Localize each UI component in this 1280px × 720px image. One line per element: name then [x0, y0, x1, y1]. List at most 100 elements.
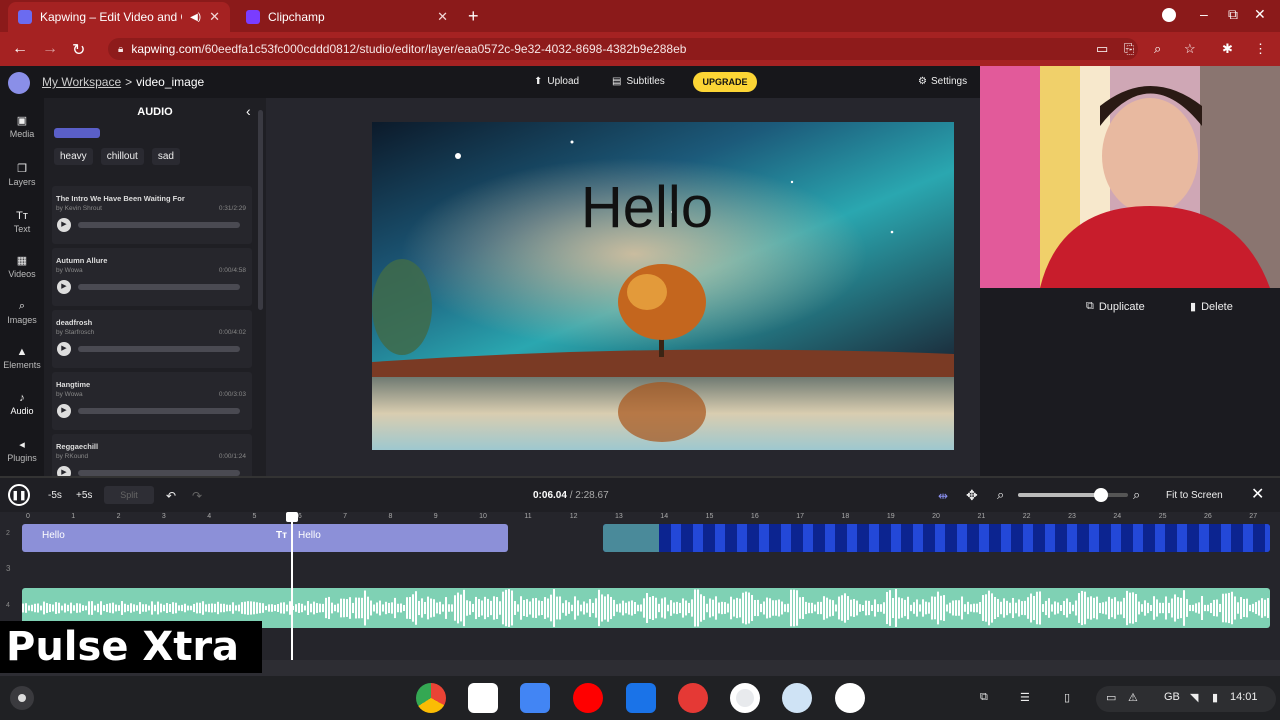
new-tab-icon[interactable]: + [468, 6, 479, 27]
canvas-text-layer[interactable]: Hello [372, 174, 922, 241]
zoom-icon[interactable]: ⌕ [1154, 41, 1161, 57]
phone-hub-icon[interactable]: ▯ [1064, 691, 1070, 704]
play-icon[interactable]: ▶ [57, 466, 71, 476]
audio-track-item[interactable]: Reggaechill by RKound 0:00/1:24 ▶ [52, 434, 252, 476]
play-icon[interactable]: ▶ [57, 280, 71, 294]
tag-chillout[interactable]: chillout [100, 148, 144, 165]
screen-recorder-icon[interactable] [678, 683, 708, 713]
play-icon[interactable]: ▶ [57, 404, 71, 418]
back-5s-button[interactable]: -5s [48, 490, 62, 501]
url-field[interactable]: 🔒︎ kapwing.com/60eedfa1c53fc000cddd0812/… [108, 38, 1138, 60]
close-timeline-icon[interactable]: ✕ [1251, 484, 1264, 504]
maximize-icon[interactable]: ⧉ [1228, 6, 1238, 23]
waveform-bar [370, 600, 372, 616]
youtube-icon[interactable] [573, 683, 603, 713]
workspace-link[interactable]: My Workspace [42, 75, 121, 89]
kapwing-logo-icon[interactable] [8, 72, 30, 94]
rail-images[interactable]: ⌕ Images [0, 300, 44, 325]
audio-track-item[interactable]: Autumn Allure by Wowa 0:00/4:58 ▶ [52, 248, 252, 306]
upgrade-button[interactable]: UPGRADE [693, 72, 757, 92]
waveform-bar [577, 600, 579, 616]
audio-track-item[interactable]: deadfrosh by Starfrosch 0:00/4:02 ▶ [52, 310, 252, 368]
close-tab-icon[interactable]: ✕ [437, 9, 448, 25]
close-tab-icon[interactable]: ✕ [209, 9, 220, 25]
play-icon[interactable]: ▶ [57, 342, 71, 356]
account-icon[interactable] [1162, 8, 1176, 22]
waveform-bar [328, 596, 330, 620]
settings-button[interactable]: ⚙ Settings [918, 76, 967, 87]
waveform-bar [385, 601, 387, 615]
timeline-ruler[interactable]: 0 1 2 3 4 5 6 7 8 9 10 11 12 13 14 15 16 17 18 19 20 21 22 23 24… [22, 512, 1272, 524]
reload-icon[interactable]: ↻ [72, 40, 85, 60]
zoom-in-icon[interactable]: ⌕ [1133, 487, 1140, 503]
rail-videos[interactable]: ▦ Videos [0, 254, 44, 279]
waveform-bar [997, 598, 999, 618]
redo-icon[interactable]: ↷ [192, 489, 202, 503]
waveform-bar [580, 604, 582, 612]
clipboard-icon[interactable]: ☰ [1020, 691, 1030, 704]
duplicate-button[interactable]: ⧉ Duplicate [1086, 300, 1145, 313]
forward-icon[interactable]: → [42, 40, 58, 58]
cast-icon[interactable]: ▭ [1096, 41, 1108, 57]
split-track-icon[interactable]: ⇹ [938, 489, 948, 503]
video-canvas[interactable]: Hello [372, 122, 954, 450]
launcher-icon[interactable] [10, 686, 34, 710]
track-progress-bar[interactable] [78, 346, 240, 352]
waveform-bar [133, 604, 135, 612]
waveform-bar [472, 603, 474, 613]
chrome-icon[interactable] [416, 683, 446, 713]
text-layer-clip[interactable]: Hello Tт Hello [22, 524, 508, 552]
tote-icon[interactable]: ⧉ [980, 691, 988, 704]
docs-icon[interactable] [520, 683, 550, 713]
assistant-icon[interactable] [835, 683, 865, 713]
collapse-panel-icon[interactable]: ‹ [246, 103, 251, 119]
rail-elements[interactable]: ▲ Elements [0, 346, 44, 370]
image-layer-clip[interactable] [603, 524, 1270, 552]
rail-plugins[interactable]: ◂ Plugins [0, 438, 44, 463]
pause-icon[interactable]: ❚❚ [8, 484, 30, 506]
selected-tag-chip[interactable] [54, 128, 100, 138]
tag-heavy[interactable]: heavy [54, 148, 93, 165]
clipchamp-icon[interactable] [782, 683, 812, 713]
project-name[interactable]: video_image [136, 75, 204, 89]
rail-audio[interactable]: ♪ Audio [0, 392, 44, 416]
extensions-icon[interactable]: ✱ [1222, 41, 1233, 57]
split-button[interactable]: Split [104, 486, 154, 504]
magnet-icon[interactable]: ✥ [966, 487, 978, 504]
ruler-tick-label: 24 [1113, 513, 1122, 520]
rail-media[interactable]: ▣ Media [0, 114, 44, 139]
subtitles-button[interactable]: ▤ Subtitles [612, 76, 665, 87]
zoom-out-icon[interactable]: ⌕ [997, 487, 1004, 503]
panel-scrollbar[interactable] [258, 110, 263, 310]
zoom-slider-thumb[interactable] [1093, 488, 1108, 502]
track-progress-bar[interactable] [78, 408, 240, 414]
audio-track-item[interactable]: Hangtime by Wowa 0:00/3:03 ▶ [52, 372, 252, 430]
bookmark-star-icon[interactable]: ☆ [1184, 41, 1196, 57]
forward-5s-button[interactable]: +5s [76, 490, 92, 501]
upload-button[interactable]: ⬆ Upload [534, 76, 579, 87]
rail-text[interactable]: Tт Text [0, 210, 44, 234]
gmail-icon[interactable] [468, 683, 498, 713]
files-icon[interactable] [626, 683, 656, 713]
tag-sad[interactable]: sad [151, 148, 180, 165]
waveform-bar [940, 595, 942, 621]
tab-clipchamp[interactable]: Clipchamp ✕ [236, 2, 458, 32]
waveform-bar [46, 603, 48, 613]
camera-icon[interactable] [730, 683, 760, 713]
track-progress-bar[interactable] [78, 222, 240, 228]
rail-layers[interactable]: ❐ Layers [0, 162, 44, 187]
audio-track-item[interactable]: The Intro We Have Been Waiting For by Ke… [52, 186, 252, 244]
fit-to-screen-button[interactable]: Fit to Screen [1166, 490, 1223, 501]
zoom-slider-track[interactable] [1018, 488, 1128, 502]
close-window-icon[interactable]: ✕ [1254, 6, 1266, 23]
play-icon[interactable]: ▶ [57, 218, 71, 232]
playhead[interactable] [291, 512, 293, 660]
track-progress-bar[interactable] [78, 284, 240, 290]
back-icon[interactable]: ← [12, 40, 28, 58]
install-icon[interactable]: ⎘ [1124, 41, 1134, 57]
undo-icon[interactable]: ↶ [166, 489, 176, 503]
delete-button[interactable]: ▮ Delete [1190, 300, 1233, 314]
tab-kapwing[interactable]: Kapwing – Edit Video and C ◀) ✕ [8, 2, 230, 32]
minimize-icon[interactable]: – [1200, 6, 1208, 22]
menu-icon[interactable]: ⋮ [1254, 41, 1267, 57]
